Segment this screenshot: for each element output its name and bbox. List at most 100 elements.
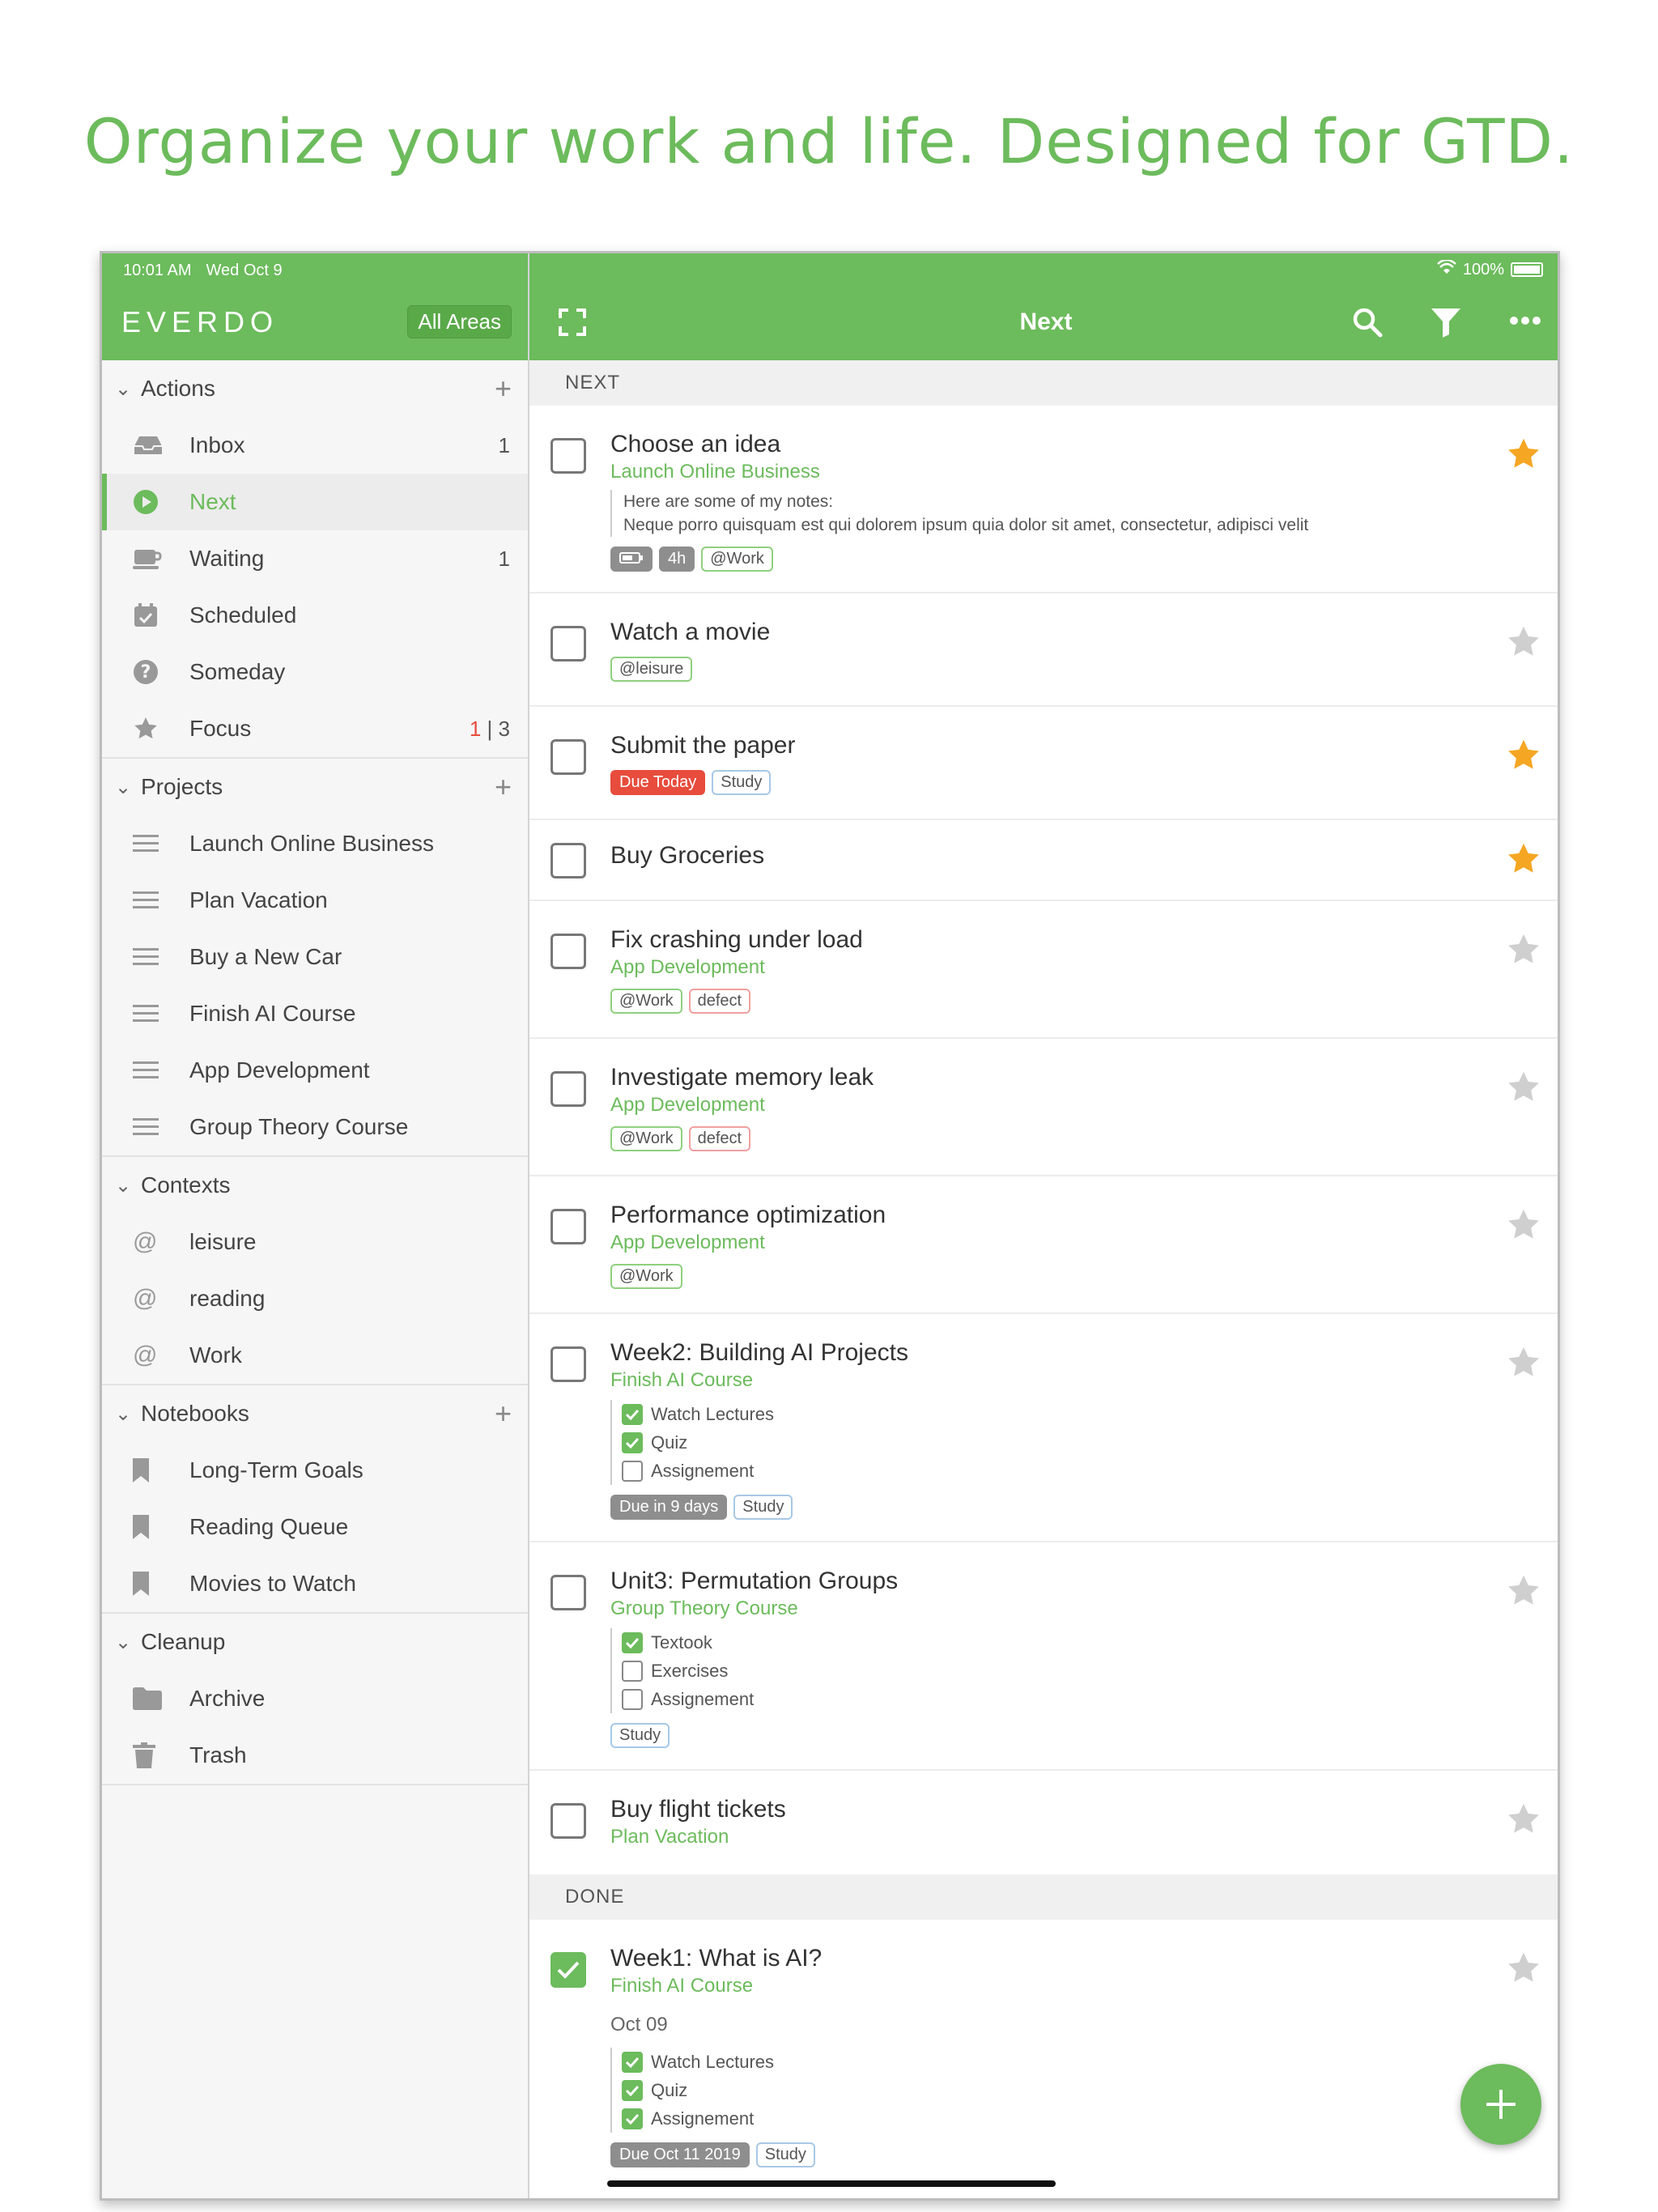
sidebar-item-trash[interactable]: Trash [102,1727,528,1784]
checklist-item[interactable]: Assignement [622,1685,1538,1713]
task-checkbox[interactable] [551,1803,586,1839]
task-item[interactable]: Fix crashing under load App Development … [529,901,1558,1039]
task-checkbox[interactable] [551,843,586,878]
checkbox-icon[interactable] [622,1660,643,1682]
task-item[interactable]: Watch a movie @leisure [529,593,1558,707]
checklist-item[interactable]: Quiz [622,1428,1538,1457]
notebooks-section-header[interactable]: ⌄ Notebooks + [102,1385,528,1442]
star-icon[interactable] [1506,1070,1541,1109]
task-project-link[interactable]: App Development [610,1231,1538,1254]
sidebar-item-waiting[interactable]: Waiting 1 [102,530,528,587]
checklist-item[interactable]: Assignement [622,2104,1538,2133]
checkbox-icon[interactable] [622,1688,643,1710]
tag-defect[interactable]: defect [688,989,751,1014]
task-checkbox[interactable] [551,1346,586,1382]
sidebar-item-notebook[interactable]: Movies to Watch [102,1555,528,1612]
star-icon[interactable] [1506,436,1541,476]
check-icon[interactable] [622,2108,643,2129]
sidebar-item-project[interactable]: App Development [102,1042,528,1099]
actions-section-header[interactable]: ⌄ Actions + [102,360,528,417]
checklist-item[interactable]: Assignement [622,1457,1538,1485]
star-icon[interactable] [1506,624,1541,664]
star-icon[interactable] [1506,1573,1541,1613]
task-project-link[interactable]: App Development [610,956,1538,979]
sidebar-item-context[interactable]: @ reading [102,1270,528,1327]
check-icon[interactable] [622,1403,643,1425]
star-icon[interactable] [1506,932,1541,972]
context-tag[interactable]: @Work [701,547,773,572]
sidebar-item-notebook[interactable]: Reading Queue [102,1499,528,1555]
context-tag[interactable]: @Work [610,1264,682,1289]
task-item[interactable]: Week1: What is AI? Finish AI Course Oct … [529,1920,1558,2187]
sidebar-item-project[interactable]: Finish AI Course [102,985,528,1042]
sidebar-item-project[interactable]: Plan Vacation [102,872,528,929]
projects-section-header[interactable]: ⌄ Projects + [102,759,528,815]
checkbox-icon[interactable] [622,1460,643,1482]
star-icon[interactable] [1506,738,1541,777]
checklist-item[interactable]: Watch Lectures [622,1400,1538,1428]
task-checkbox[interactable] [551,1575,586,1610]
search-icon[interactable] [1352,307,1383,342]
task-checkbox-checked[interactable] [551,1952,586,1988]
tag-study[interactable]: Study [712,770,772,795]
sidebar-item-archive[interactable]: Archive [102,1670,528,1727]
task-project-link[interactable]: Plan Vacation [610,1826,1538,1848]
check-icon[interactable] [622,1431,643,1453]
task-item[interactable]: Buy Groceries [529,820,1558,901]
task-project-link[interactable]: Finish AI Course [610,1975,1538,1997]
star-icon[interactable] [1506,1207,1541,1247]
context-tag[interactable]: @leisure [610,657,693,682]
checklist-item[interactable]: Textook [622,1628,1538,1657]
sidebar-item-project[interactable]: Buy a New Car [102,929,528,985]
sidebar-item-inbox[interactable]: Inbox 1 [102,417,528,474]
sidebar-item-context[interactable]: @ Work [102,1327,528,1384]
sidebar-item-next[interactable]: Next [102,474,528,530]
task-item[interactable]: Submit the paper Due Today Study [529,707,1558,820]
task-project-link[interactable]: Finish AI Course [610,1369,1538,1392]
sidebar-item-focus[interactable]: Focus 1 | 3 [102,700,528,757]
add-notebook-button[interactable]: + [495,1399,512,1428]
more-icon[interactable] [1509,315,1541,330]
task-checkbox[interactable] [551,739,586,775]
sidebar-item-notebook[interactable]: Long-Term Goals [102,1442,528,1499]
star-icon[interactable] [1506,1345,1541,1385]
task-item[interactable]: Unit3: Permutation Groups Group Theory C… [529,1542,1558,1771]
all-areas-button[interactable]: All Areas [407,305,512,338]
filter-icon[interactable] [1430,307,1462,342]
check-icon[interactable] [622,2051,643,2073]
task-checkbox[interactable] [551,1071,586,1107]
task-checkbox[interactable] [551,438,586,474]
sidebar-item-context[interactable]: @ leisure [102,1214,528,1270]
sidebar-item-someday[interactable]: ? Someday [102,644,528,700]
add-project-button[interactable]: + [495,772,512,802]
context-tag[interactable]: @Work [610,1126,682,1151]
task-item[interactable]: Week2: Building AI Projects Finish AI Co… [529,1314,1558,1542]
task-item[interactable]: Choose an idea Launch Online Business He… [529,406,1558,593]
tag-study[interactable]: Study [733,1495,793,1520]
checklist-item[interactable]: Quiz [622,2076,1538,2104]
task-item[interactable]: Performance optimization App Development… [529,1176,1558,1314]
task-checkbox[interactable] [551,1209,586,1244]
tag-study[interactable]: Study [610,1723,670,1748]
add-action-button[interactable]: + [495,374,512,403]
sidebar-item-scheduled[interactable]: Scheduled [102,587,528,644]
add-task-button[interactable] [1460,2064,1541,2145]
sidebar-item-project[interactable]: Launch Online Business [102,815,528,872]
checklist-item[interactable]: Watch Lectures [622,2048,1538,2076]
task-project-link[interactable]: Group Theory Course [610,1597,1538,1620]
task-item[interactable]: Buy flight tickets Plan Vacation [529,1771,1558,1874]
context-tag[interactable]: @Work [610,989,682,1014]
task-checkbox[interactable] [551,934,586,969]
task-checkbox[interactable] [551,626,586,661]
star-icon[interactable] [1506,841,1541,881]
tag-study[interactable]: Study [755,2142,815,2167]
cleanup-section-header[interactable]: ⌄ Cleanup [102,1614,528,1670]
task-project-link[interactable]: App Development [610,1094,1538,1117]
star-icon[interactable] [1506,1950,1541,1990]
contexts-section-header[interactable]: ⌄ Contexts [102,1157,528,1214]
check-icon[interactable] [622,2079,643,2101]
check-icon[interactable] [622,1631,643,1653]
star-icon[interactable] [1506,1802,1541,1841]
checklist-item[interactable]: Exercises [622,1657,1538,1685]
sidebar-item-project[interactable]: Group Theory Course [102,1099,528,1155]
